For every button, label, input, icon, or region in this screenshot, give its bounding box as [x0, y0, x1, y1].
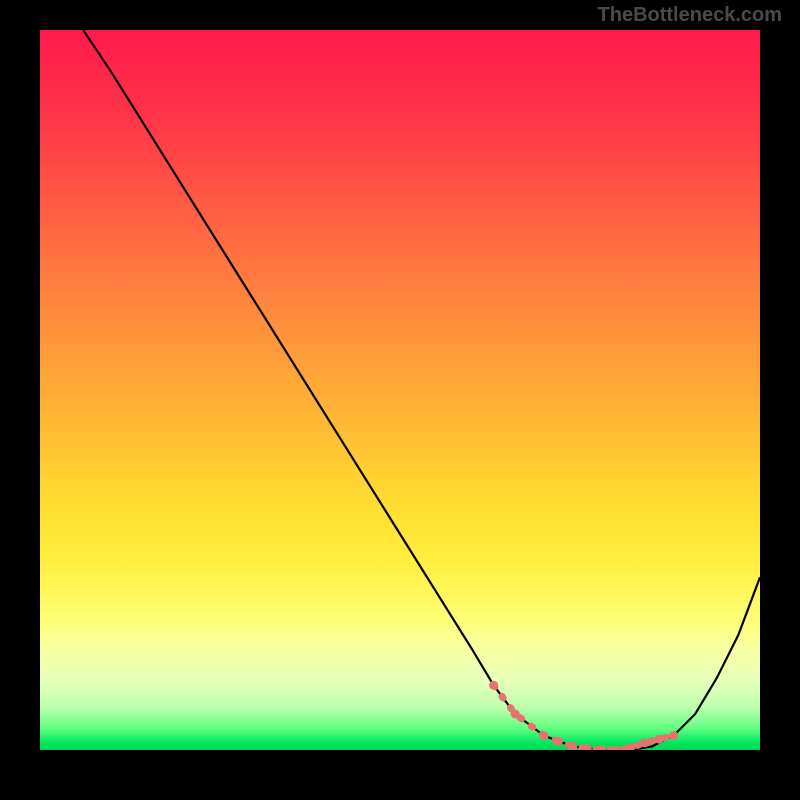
marker-dot: [640, 738, 649, 747]
marker-dot: [511, 710, 520, 719]
marker-dot: [597, 746, 606, 751]
marker-dot: [540, 731, 549, 740]
marker-group: [489, 681, 678, 750]
bottleneck-curve: [83, 30, 760, 750]
marker-dot: [554, 737, 563, 746]
chart-svg: [40, 30, 760, 750]
marker-dot: [612, 746, 621, 751]
plot-area: [40, 30, 760, 750]
marker-dot: [489, 681, 498, 690]
marker-dot: [626, 743, 635, 750]
watermark-text: TheBottleneck.com: [598, 4, 782, 27]
marker-dot: [655, 735, 664, 744]
marker-dot: [669, 731, 678, 740]
